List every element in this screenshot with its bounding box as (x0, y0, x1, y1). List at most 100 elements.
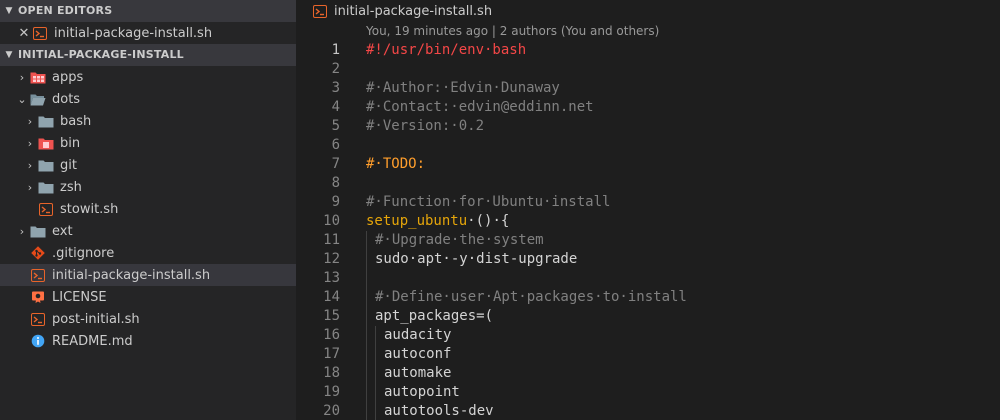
chevron-right-icon: › (27, 114, 33, 128)
code-line[interactable]: 4 #·Contact:·edvin@eddinn.net (296, 98, 1000, 117)
chevron-down-icon: ▼ (5, 50, 13, 60)
git-icon (30, 246, 46, 260)
bin-folder-icon (38, 136, 54, 150)
vscode-window: ▼ OPEN EDITORS ✕ initial-package-install… (0, 0, 1000, 420)
indent-guide (366, 307, 375, 326)
tree-item-label: dots (52, 91, 81, 107)
shell-file-icon (30, 312, 46, 326)
tree-item-label: initial-package-install.sh (52, 267, 211, 283)
tree-item-label: post-initial.sh (52, 311, 140, 327)
tree-item-ext[interactable]: › ext (0, 220, 296, 242)
indent-guide (366, 345, 375, 364)
line-text: #·Version:·0.2 (366, 118, 485, 134)
tree-item-label: .gitignore (52, 245, 115, 261)
line-text: ·()·{ (467, 213, 510, 229)
chevron-down-icon: ▼ (5, 6, 13, 16)
tree-item-bash[interactable]: › bash (0, 110, 296, 132)
line-number: 14 (323, 289, 340, 305)
tree-item-label: zsh (60, 179, 82, 195)
folder-icon (38, 158, 54, 172)
workspace-header[interactable]: ▼ INITIAL-PACKAGE-INSTALL (0, 44, 296, 66)
code-line[interactable]: 6 (296, 136, 1000, 155)
open-editors-header[interactable]: ▼ OPEN EDITORS (0, 0, 296, 22)
code-line[interactable]: 2 (296, 60, 1000, 79)
chevron-right-icon: › (27, 136, 33, 150)
code-line[interactable]: 17 autoconf (296, 345, 1000, 364)
editor-tab[interactable]: initial-package-install.sh (296, 0, 1000, 22)
code-line[interactable]: 13 (296, 269, 1000, 288)
tree-item-post-initial[interactable]: post-initial.sh (0, 308, 296, 330)
code-line[interactable]: 15 apt_packages=( (296, 307, 1000, 326)
code-line[interactable]: 19 autopoint (296, 383, 1000, 402)
line-text: autotools-dev (384, 403, 494, 419)
tree-item-git[interactable]: › git (0, 154, 296, 176)
code-line[interactable]: 7 #·TODO: (296, 155, 1000, 174)
indent-guide (366, 402, 375, 420)
explorer-sidebar: ▼ OPEN EDITORS ✕ initial-package-install… (0, 0, 296, 420)
tree-item-apps[interactable]: › apps (0, 66, 296, 88)
tree-item-stowit[interactable]: stowit.sh (0, 198, 296, 220)
chevron-right-icon: › (27, 158, 33, 172)
line-text: #·Function·for·Ubuntu·install (366, 194, 611, 210)
code-line[interactable]: 18 automake (296, 364, 1000, 383)
line-number: 15 (323, 308, 340, 324)
line-number: 12 (323, 251, 340, 267)
code-line[interactable]: 14 #·Define·user·Apt·packages·to·install (296, 288, 1000, 307)
line-number: 18 (323, 365, 340, 381)
line-text: #·TODO: (366, 156, 426, 172)
close-icon[interactable]: ✕ (16, 26, 32, 41)
code-line[interactable]: 8 (296, 174, 1000, 193)
indent-guide (366, 269, 375, 288)
line-text: sudo·apt·-y·dist-upgrade (375, 251, 578, 267)
indent-guide (375, 383, 384, 402)
line-number: 7 (331, 156, 340, 172)
line-number: 10 (323, 213, 340, 229)
line-number: 6 (331, 137, 340, 153)
indent-guide (375, 364, 384, 383)
code-line[interactable]: 12 sudo·apt·-y·dist-upgrade (296, 250, 1000, 269)
tree-item-label: stowit.sh (60, 201, 119, 217)
code-line[interactable]: 1 #!/usr/bin/env·bash (296, 41, 1000, 60)
indent-guide (375, 402, 384, 420)
line-number: 9 (331, 194, 340, 210)
tree-item-bin[interactable]: › bin (0, 132, 296, 154)
code-line[interactable]: 16 audacity (296, 326, 1000, 345)
indent-guide (366, 288, 375, 307)
line-number: 16 (323, 327, 340, 343)
line-text: apt_packages=( (375, 308, 494, 324)
code-line[interactable]: 11 #·Upgrade·the·system (296, 231, 1000, 250)
code-view[interactable]: You, 19 minutes ago | 2 authors (You and… (296, 22, 1000, 420)
tree-item-label: README.md (52, 333, 133, 349)
function-name: setup_ubuntu (366, 213, 468, 229)
open-editor-item[interactable]: ✕ initial-package-install.sh (0, 22, 296, 44)
line-text: automake (384, 365, 452, 381)
line-text: #·Define·user·Apt·packages·to·install (375, 289, 687, 305)
tree-item-label: LICENSE (52, 289, 107, 305)
shell-file-icon (312, 4, 328, 18)
code-line[interactable]: 20 autotools-dev (296, 402, 1000, 420)
tree-item-gitignore[interactable]: .gitignore (0, 242, 296, 264)
code-line[interactable]: 5 #·Version:·0.2 (296, 117, 1000, 136)
workspace-title: INITIAL-PACKAGE-INSTALL (18, 48, 184, 61)
open-editors-title: OPEN EDITORS (18, 4, 113, 17)
codelens-blame[interactable]: You, 19 minutes ago | 2 authors (You and… (296, 22, 1000, 41)
line-number: 3 (331, 80, 340, 96)
tree-item-readme[interactable]: README.md (0, 330, 296, 352)
shell-file-icon (32, 26, 48, 40)
line-number: 2 (331, 61, 340, 77)
tree-item-dots[interactable]: ⌄ dots (0, 88, 296, 110)
tree-item-license[interactable]: LICENSE (0, 286, 296, 308)
folder-open-icon (30, 92, 46, 106)
tree-item-zsh[interactable]: › zsh (0, 176, 296, 198)
tree-item-initial-package-install[interactable]: initial-package-install.sh (0, 264, 296, 286)
line-text: #!/usr/bin/env·bash (366, 42, 527, 58)
editor-area[interactable]: initial-package-install.sh You, 19 minut… (296, 0, 1000, 420)
line-text: #·Upgrade·the·system (375, 232, 544, 248)
code-line[interactable]: 10 setup_ubuntu·()·{ (296, 212, 1000, 231)
line-number: 20 (323, 403, 340, 419)
code-line[interactable]: 9 #·Function·for·Ubuntu·install (296, 193, 1000, 212)
open-editor-label: initial-package-install.sh (54, 25, 213, 41)
code-line[interactable]: 3 #·Author:·Edvin·Dunaway (296, 79, 1000, 98)
line-text: autoconf (384, 346, 452, 362)
chevron-right-icon: › (19, 70, 25, 84)
